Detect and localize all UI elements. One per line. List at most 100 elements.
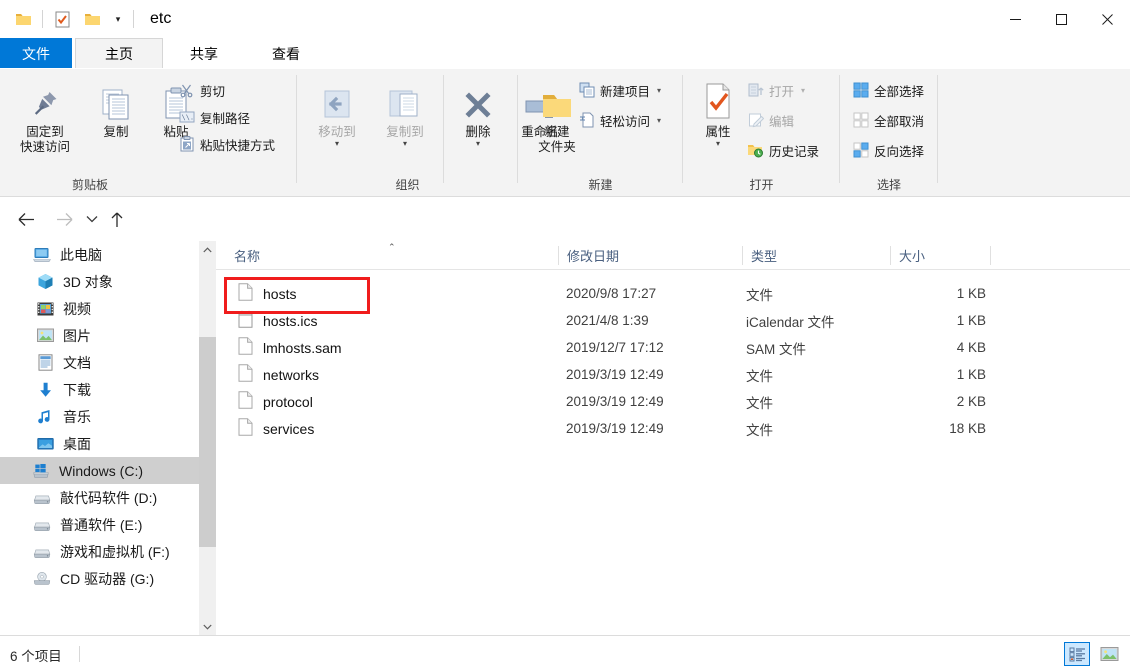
column-header-date[interactable]: 修改日期 bbox=[559, 241, 742, 269]
table-row[interactable]: networks 2019/3/19 12:49 文件 1 KB bbox=[216, 361, 1130, 388]
copy-path-icon: \\.. bbox=[178, 109, 195, 126]
new-folder-icon bbox=[539, 76, 575, 122]
details-view-button[interactable] bbox=[1064, 642, 1090, 666]
navigation-pane-scrollbar[interactable] bbox=[199, 241, 216, 635]
status-divider bbox=[79, 646, 80, 662]
sidebar-label: Windows (C:) bbox=[59, 462, 144, 479]
table-row[interactable]: services 2019/3/19 12:49 文件 18 KB bbox=[216, 415, 1130, 442]
select-all-button[interactable]: 全部选择 bbox=[850, 79, 928, 101]
file-date-cell: 2019/3/19 12:49 bbox=[566, 394, 664, 409]
paste-shortcut-button[interactable]: 粘贴快捷方式 bbox=[176, 133, 279, 155]
scroll-down-icon[interactable] bbox=[199, 618, 216, 635]
drive-icon bbox=[33, 543, 51, 561]
qat-folder-icon[interactable] bbox=[8, 4, 38, 34]
column-header-name[interactable]: 名称 bbox=[216, 241, 558, 269]
pin-to-quick-access-button[interactable]: 固定到 快速访问 bbox=[8, 73, 82, 155]
properties-caret-icon[interactable]: ▾ bbox=[716, 140, 720, 148]
forward-button[interactable] bbox=[48, 203, 80, 235]
select-none-button[interactable]: 全部取消 bbox=[850, 109, 928, 131]
sidebar-item-videos[interactable]: 视频 bbox=[0, 295, 216, 322]
sidebar-item-music[interactable]: 音乐 bbox=[0, 403, 216, 430]
close-button[interactable] bbox=[1084, 0, 1130, 38]
column-header-size[interactable]: 大小 bbox=[891, 241, 990, 269]
easy-access-button[interactable]: 轻松访问 ▾ bbox=[576, 109, 665, 131]
move-to-caret-icon[interactable]: ▾ bbox=[335, 140, 339, 148]
cd-drive-icon bbox=[33, 570, 51, 588]
column-separator-4[interactable] bbox=[990, 246, 991, 265]
sidebar-item-documents[interactable]: 文档 bbox=[0, 349, 216, 376]
sidebar-item-drive-d[interactable]: 敲代码软件 (D:) bbox=[0, 484, 216, 511]
copy-to-caret-icon[interactable]: ▾ bbox=[403, 140, 407, 148]
history-button[interactable]: 历史记录 bbox=[745, 139, 823, 161]
sidebar-label: 普通软件 (E:) bbox=[60, 516, 143, 533]
ribbon: 固定到 快速访问 复制 粘贴 剪切 \\. 复制路径 粘贴快捷方式 剪贴板 移动… bbox=[0, 69, 1130, 197]
maximize-button[interactable] bbox=[1038, 0, 1084, 38]
table-row[interactable]: hosts.ics 2021/4/8 1:39 iCalendar 文件 1 K… bbox=[216, 307, 1130, 334]
sidebar-item-this-pc[interactable]: 此电脑 bbox=[0, 241, 216, 268]
sidebar-item-downloads[interactable]: 下载 bbox=[0, 376, 216, 403]
thumbnail-view-button[interactable] bbox=[1096, 642, 1122, 666]
file-name-label: hosts.ics bbox=[263, 312, 318, 329]
copy-icon bbox=[98, 76, 134, 122]
column-header-type[interactable]: 类型 bbox=[743, 241, 890, 269]
delete-caret-icon[interactable]: ▾ bbox=[476, 140, 480, 148]
file-date-cell: 2019/12/7 17:12 bbox=[566, 340, 664, 355]
sidebar-item-3d-objects[interactable]: 3D 对象 bbox=[0, 268, 216, 295]
copy-path-button[interactable]: \\.. 复制路径 bbox=[176, 106, 254, 128]
quick-access-toolbar: ▾ bbox=[0, 0, 138, 38]
select-all-label: 全部选择 bbox=[874, 84, 925, 99]
copy-to-button[interactable]: 复制到 ▾ bbox=[373, 73, 437, 148]
invert-selection-icon bbox=[852, 142, 869, 159]
item-count-label: 6 个项目 bbox=[10, 649, 62, 664]
table-row[interactable]: hosts 2020/9/8 17:27 文件 1 KB bbox=[216, 280, 1130, 307]
file-size-cell: 4 KB bbox=[956, 340, 986, 355]
music-icon bbox=[36, 408, 54, 426]
scrollbar-thumb[interactable] bbox=[199, 337, 216, 547]
copy-to-icon bbox=[386, 76, 424, 122]
group-inner-separator bbox=[443, 75, 444, 183]
open-label: 打开 bbox=[769, 84, 795, 99]
move-to-button[interactable]: 移动到 ▾ bbox=[305, 73, 369, 148]
properties-button[interactable]: 属性 ▾ bbox=[691, 73, 745, 148]
tab-home[interactable]: 主页 bbox=[75, 38, 163, 69]
ribbon-group-clipboard: 固定到 快速访问 复制 粘贴 剪切 \\. 复制路径 粘贴快捷方式 剪贴板 bbox=[0, 69, 297, 197]
new-item-button[interactable]: 新建项目 ▾ bbox=[576, 79, 665, 101]
sidebar-item-drive-e[interactable]: 普通软件 (E:) bbox=[0, 511, 216, 538]
up-button[interactable] bbox=[103, 203, 131, 235]
tab-share[interactable]: 共享 bbox=[163, 38, 245, 69]
sidebar-item-drive-g[interactable]: CD 驱动器 (G:) bbox=[0, 565, 216, 592]
qat-properties-icon[interactable] bbox=[47, 4, 77, 34]
minimize-button[interactable] bbox=[992, 0, 1038, 38]
table-row[interactable]: lmhosts.sam 2019/12/7 17:12 SAM 文件 4 KB bbox=[216, 334, 1130, 361]
drive-icon bbox=[33, 516, 51, 534]
sidebar-item-pictures[interactable]: 图片 bbox=[0, 322, 216, 349]
file-type-cell: 文件 bbox=[746, 422, 773, 438]
table-row[interactable]: protocol 2019/3/19 12:49 文件 2 KB bbox=[216, 388, 1130, 415]
edit-button[interactable]: 编辑 bbox=[745, 109, 798, 131]
tab-view[interactable]: 查看 bbox=[245, 38, 327, 69]
invert-selection-button[interactable]: 反向选择 bbox=[850, 139, 928, 161]
copy-button[interactable]: 复制 bbox=[88, 73, 144, 140]
easy-access-caret-icon[interactable]: ▾ bbox=[657, 116, 661, 125]
back-button[interactable] bbox=[10, 203, 42, 235]
sidebar-item-drive-f[interactable]: 游戏和虚拟机 (F:) bbox=[0, 538, 216, 565]
qat-new-folder-icon[interactable] bbox=[77, 4, 107, 34]
open-button[interactable]: 打开 ▾ bbox=[745, 79, 809, 101]
sidebar-item-desktop[interactable]: 桌面 bbox=[0, 430, 216, 457]
scroll-up-icon[interactable] bbox=[199, 241, 216, 258]
qat-dropdown-caret[interactable]: ▾ bbox=[107, 4, 129, 34]
file-type-cell: 文件 bbox=[746, 368, 773, 384]
copy-label: 复制 bbox=[103, 125, 129, 139]
new-item-caret-icon[interactable]: ▾ bbox=[657, 86, 661, 95]
open-caret-icon[interactable]: ▾ bbox=[801, 86, 805, 95]
file-name-cell: hosts.ics bbox=[238, 307, 317, 334]
cut-button[interactable]: 剪切 bbox=[176, 79, 229, 101]
sidebar-item-drive-c[interactable]: Windows (C:) bbox=[0, 457, 216, 484]
file-type-cell: iCalendar 文件 bbox=[746, 314, 835, 330]
delete-button[interactable]: 删除 ▾ bbox=[449, 73, 507, 148]
recent-locations-button[interactable] bbox=[81, 203, 103, 235]
file-name-cell: hosts bbox=[238, 280, 296, 307]
sidebar-label: 文档 bbox=[63, 354, 91, 371]
tab-file[interactable]: 文件 bbox=[0, 38, 72, 69]
ribbon-group-organize: 移动到 ▾ 复制到 ▾ 删除 ▾ 重命名 组织 bbox=[297, 69, 559, 197]
